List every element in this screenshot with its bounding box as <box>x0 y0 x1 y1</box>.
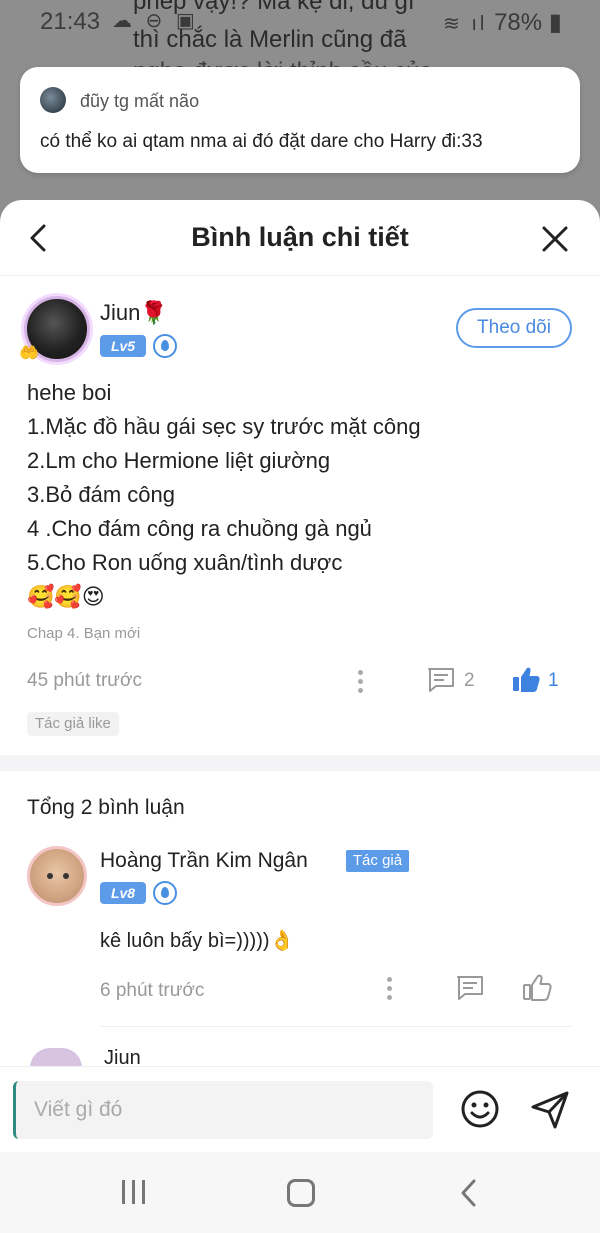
avatar-eye <box>63 873 69 879</box>
thumbs-up-icon[interactable] <box>511 665 541 693</box>
avatar[interactable] <box>27 846 87 906</box>
avatar[interactable]: 🤲 <box>19 296 90 362</box>
comment-line: 3.Bỏ đám công <box>27 482 175 507</box>
thumbs-up-icon[interactable] <box>522 973 552 1001</box>
comment-icon[interactable] <box>455 974 485 1002</box>
avatar-frame-decoration: 🤲 <box>19 345 39 362</box>
level-badge: Lv5 <box>100 335 146 357</box>
comment-line: 5.Cho Ron uống xuân/tình dược <box>27 550 343 575</box>
notification-sender: đũy tg mất não <box>80 91 200 111</box>
comment-author-name[interactable]: Jiun🌹 <box>100 300 168 326</box>
notification-message: có thể ko ai qtam nma ai đó đặt dare cho… <box>40 131 483 152</box>
comment-emoji-line: 🥰🥰😍 <box>27 584 105 609</box>
avatar-eye <box>47 873 53 879</box>
droplet-badge-icon <box>153 334 177 358</box>
follow-button[interactable]: Theo dõi <box>456 308 572 348</box>
comment-line: hehe boi <box>27 380 112 405</box>
comment-line: 4 .Cho đám công ra chuồng gà ngủ <box>27 516 372 541</box>
status-right: ≋ ıl 78% ▮ <box>443 8 562 37</box>
more-vertical-icon[interactable] <box>358 670 364 694</box>
status-notification-icons: ☁ ⊖ ▣ <box>112 10 199 32</box>
level-badge: Lv8 <box>100 882 146 904</box>
reply-count: 2 <box>464 670 475 691</box>
chapter-link[interactable]: Chap 4. Bạn mới <box>27 625 140 642</box>
system-navigation-bar <box>0 1152 600 1233</box>
status-bar: 21:43 ☁ ⊖ ▣ ≋ ıl 78% ▮ <box>0 0 600 44</box>
comment-body: hehe boi 1.Mặc đồ hầu gái sẹc sy trước m… <box>27 376 421 614</box>
notification-avatar <box>40 87 66 113</box>
battery-level: 78% <box>494 9 543 36</box>
home-icon[interactable] <box>287 1179 315 1207</box>
comment-author-label: Jiun <box>100 300 141 325</box>
page-title: Bình luận chi tiết <box>191 222 409 252</box>
author-badge: Tác giả <box>346 850 409 872</box>
reply-timestamp: 6 phút trước <box>100 980 205 1001</box>
rose-emoji: 🌹 <box>140 300 168 325</box>
back-icon[interactable] <box>458 1178 480 1208</box>
like-count: 1 <box>548 670 559 691</box>
close-icon[interactable] <box>540 224 570 254</box>
section-divider <box>0 755 600 771</box>
total-comments-label: Tổng 2 bình luận <box>27 796 185 819</box>
sheet-header: Bình luận chi tiết <box>0 200 600 276</box>
comment-input-bar: Viết gì đó <box>0 1066 600 1152</box>
comment-line: 2.Lm cho Hermione liệt giường <box>27 448 331 473</box>
comment-detail-sheet: Bình luận chi tiết 🤲 Jiun🌹 Lv5 Theo dõi … <box>0 200 600 1233</box>
send-icon[interactable] <box>529 1089 571 1131</box>
more-vertical-icon[interactable] <box>387 977 393 1001</box>
author-like-tag: Tác giả like <box>27 712 119 736</box>
reply-author-name[interactable]: Hoàng Trần Kim Ngân <box>100 849 308 873</box>
comment-line: 1.Mặc đồ hầu gái sẹc sy trước mặt công <box>27 414 421 439</box>
comment-timestamp: 45 phút trước <box>27 670 142 691</box>
comment-icon[interactable] <box>426 666 456 694</box>
recent-apps-icon[interactable] <box>120 1180 148 1204</box>
reply-text: kê luôn bấy bì=)))))👌 <box>100 930 295 952</box>
smiley-icon[interactable] <box>460 1089 500 1129</box>
reply-separator <box>100 1026 572 1027</box>
avatar[interactable] <box>30 1048 82 1068</box>
reply-author-name[interactable]: Jiun <box>104 1048 174 1068</box>
droplet-badge-icon <box>153 881 177 905</box>
wifi-signal-icon: ≋ ıl <box>443 13 488 35</box>
status-time: 21:43 <box>40 8 101 35</box>
comment-input[interactable]: Viết gì đó <box>13 1081 433 1139</box>
notification-banner[interactable]: đũy tg mất não có thể ko ai qtam nma ai … <box>20 67 580 173</box>
battery-icon: ▮ <box>548 9 562 36</box>
